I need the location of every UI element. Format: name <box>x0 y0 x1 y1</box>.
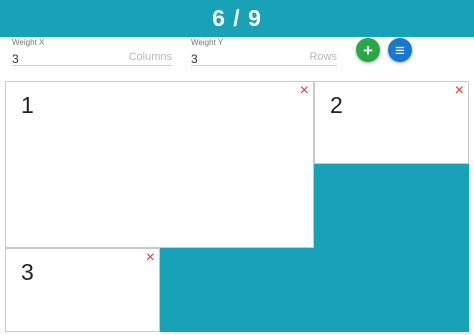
tile-1[interactable]: 1 × <box>5 81 314 248</box>
weight-y-value[interactable]: 3 <box>191 52 198 66</box>
weight-x-field[interactable]: Weight X 3 Columns <box>12 37 172 67</box>
tile-grid: 1 × 2 × 3 × <box>5 81 469 332</box>
weight-y-unit: Rows <box>309 51 337 63</box>
weight-x-underline <box>12 65 172 66</box>
page-counter: 6 / 9 <box>212 5 262 31</box>
close-icon[interactable]: × <box>455 82 464 100</box>
sort-button[interactable]: ≡ <box>388 38 412 62</box>
tile-3-label: 3 <box>21 259 34 285</box>
tile-2-label: 2 <box>330 92 343 118</box>
page-header: 6 / 9 <box>0 0 474 37</box>
weight-x-label: Weight X <box>12 38 45 47</box>
tile-2[interactable]: 2 × <box>314 81 469 164</box>
weight-y-label: Weight Y <box>191 38 224 47</box>
weight-x-value[interactable]: 3 <box>12 52 19 66</box>
sort-icon: ≡ <box>395 40 405 60</box>
tile-1-label: 1 <box>21 92 34 118</box>
weight-y-field[interactable]: Weight Y 3 Rows <box>191 37 337 67</box>
close-icon[interactable]: × <box>146 249 155 267</box>
tile-3[interactable]: 3 × <box>5 248 160 332</box>
close-icon[interactable]: × <box>300 82 309 100</box>
add-tile-button[interactable]: + <box>356 38 380 62</box>
weight-x-unit: Columns <box>128 51 172 63</box>
plus-icon: + <box>363 40 373 60</box>
weight-y-underline <box>191 65 337 66</box>
